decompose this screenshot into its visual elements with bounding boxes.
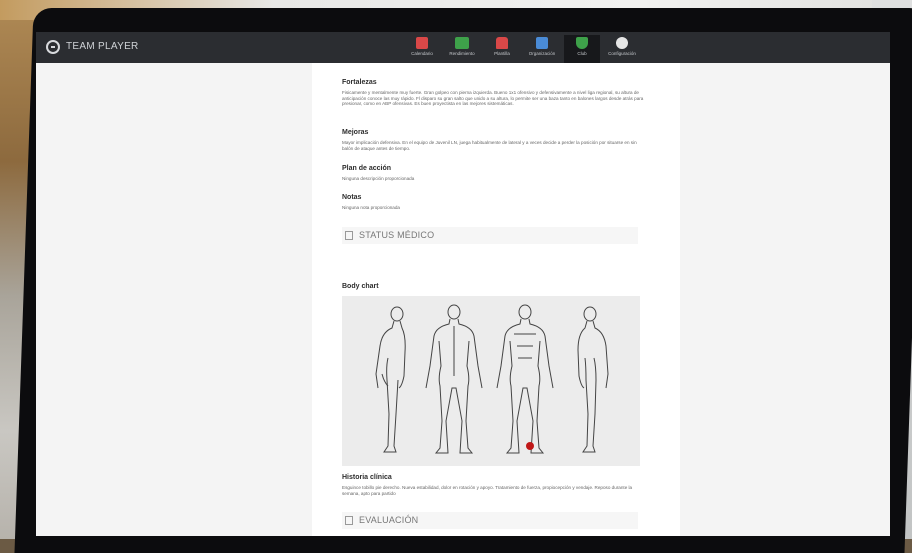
body-chart-figures — [375, 304, 609, 454]
gear-icon — [616, 37, 628, 49]
evaluacion-header[interactable]: EVALUACIÓN — [342, 512, 638, 529]
nav-label: Configuración — [608, 51, 636, 56]
figure-side-left — [375, 306, 406, 453]
nav-item-plantilla[interactable]: Plantilla — [484, 35, 520, 63]
figure-back — [425, 304, 483, 454]
evaluacion-label: EVALUACIÓN — [359, 515, 419, 525]
app-screen: TEAM PLAYER Calendario Rendimiento Plant… — [36, 32, 890, 536]
nav-item-club[interactable]: Club — [564, 35, 600, 63]
historia-title: Historia clínica — [342, 474, 392, 481]
mejoras-text: Mayor implicación defensiva. En el equip… — [342, 140, 637, 151]
notas-text: Ninguna nota proporcionada — [342, 205, 400, 210]
shield-icon — [576, 37, 588, 49]
figure-front — [496, 304, 554, 454]
fortalezas-text: Fisicamente y mentalmente muy fuerte. Gr… — [342, 90, 644, 107]
body-chart-title: Body chart — [342, 283, 379, 290]
top-navbar: TEAM PLAYER Calendario Rendimiento Plant… — [36, 32, 890, 63]
nav-label: Organización — [528, 51, 556, 56]
medical-icon — [345, 231, 353, 240]
nav-label: Plantilla — [494, 51, 510, 56]
figure-side-right — [577, 306, 609, 453]
nav-item-calendario[interactable]: Calendario — [404, 35, 440, 63]
nav-label: Rendimiento — [449, 51, 475, 56]
nav-label: Club — [577, 51, 587, 56]
shirt-icon — [496, 37, 508, 49]
plan-text: Ninguna descripción proporcionada — [342, 176, 415, 181]
status-medico-label: STATUS MÉDICO — [359, 230, 435, 240]
nav-item-organizacion[interactable]: Organización — [524, 35, 560, 63]
historia-text: Esguince tobillo pie derecho. Nueva esta… — [342, 485, 633, 496]
notas-title: Notas — [342, 194, 362, 201]
nav-label: Calendario — [411, 51, 433, 56]
chart-icon — [455, 37, 469, 49]
plan-title: Plan de acción — [342, 165, 392, 172]
nav-item-configuracion[interactable]: Configuración — [604, 35, 640, 63]
mejoras-title: Mejoras — [342, 129, 369, 136]
body-chart — [342, 296, 640, 466]
building-icon — [536, 37, 548, 49]
logo-icon[interactable] — [46, 40, 60, 54]
fortalezas-title: Fortalezas — [342, 79, 377, 86]
brand-name[interactable]: TEAM PLAYER — [66, 41, 139, 52]
nav-item-rendimiento[interactable]: Rendimiento — [444, 35, 480, 63]
document-icon — [345, 516, 353, 525]
player-report: Fortalezas Fisicamente y mentalmente muy… — [312, 63, 680, 536]
status-medico-header[interactable]: STATUS MÉDICO — [342, 227, 638, 244]
calendar-icon — [416, 37, 428, 49]
injury-marker[interactable] — [526, 442, 534, 450]
